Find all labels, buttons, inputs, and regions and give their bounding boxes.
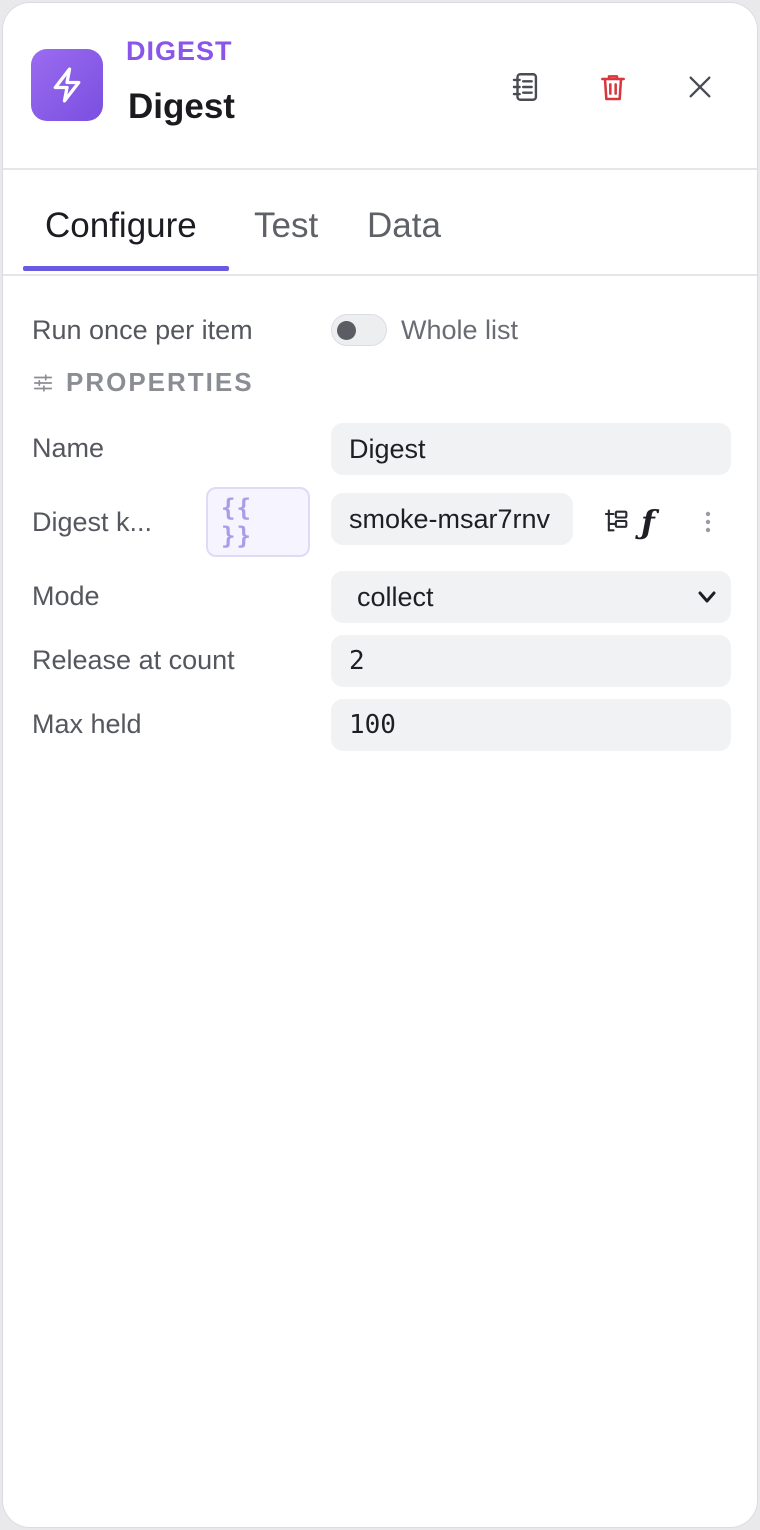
- run-mode-label: Run once per item: [32, 315, 253, 345]
- max-held-label: Max held: [32, 709, 142, 739]
- notebook-icon: [512, 73, 538, 101]
- release-at-count-input[interactable]: 2: [331, 635, 731, 687]
- panel-header: DIGEST Digest: [3, 3, 757, 170]
- whole-list-toggle[interactable]: [331, 314, 387, 346]
- tab-bar: Configure Test Data: [3, 170, 757, 276]
- trash-icon: [601, 75, 625, 101]
- delete-button[interactable]: [591, 65, 635, 109]
- variable-picker-button[interactable]: [603, 507, 633, 537]
- mode-select-value: collect: [357, 581, 434, 612]
- name-input[interactable]: Digest: [331, 423, 731, 475]
- docs-button[interactable]: [504, 65, 548, 109]
- tab-test[interactable]: Test: [254, 206, 318, 246]
- tree-icon: [604, 509, 628, 532]
- node-badge: [31, 49, 103, 121]
- name-label: Name: [32, 433, 105, 463]
- max-held-input[interactable]: 100: [331, 699, 731, 751]
- whole-list-label: Whole list: [401, 315, 519, 345]
- expression-close-braces: }}: [221, 522, 252, 550]
- node-type-label: DIGEST: [126, 36, 233, 66]
- close-button[interactable]: [678, 65, 722, 109]
- properties-section-title: PROPERTIES: [66, 367, 254, 397]
- mode-select[interactable]: collect: [331, 571, 731, 623]
- chevron-down-icon: [698, 591, 716, 603]
- vertical-dots-icon: [705, 511, 711, 533]
- mode-label: Mode: [32, 581, 100, 611]
- sliders-icon: [33, 373, 53, 392]
- properties-section-header: PROPERTIES: [32, 367, 254, 398]
- digest-key-input[interactable]: smoke-msar7rnv: [331, 493, 573, 545]
- active-tab-indicator: [23, 266, 229, 271]
- close-icon: [689, 76, 711, 98]
- more-options-button[interactable]: [698, 507, 718, 537]
- release-at-count-label: Release at count: [32, 645, 235, 675]
- function-icon[interactable]: ƒ: [641, 503, 655, 541]
- expression-open-braces: {{: [221, 494, 252, 522]
- tab-configure[interactable]: Configure: [45, 206, 197, 246]
- node-title: Digest: [128, 87, 235, 126]
- lightning-icon: [53, 67, 81, 103]
- tab-data[interactable]: Data: [367, 206, 441, 246]
- node-config-panel: DIGEST Digest Configure Test Data Run on…: [2, 2, 758, 1528]
- expression-toggle-button[interactable]: {{ }}: [206, 487, 310, 557]
- toggle-knob: [337, 321, 356, 340]
- digest-key-label: Digest k...: [32, 507, 153, 537]
